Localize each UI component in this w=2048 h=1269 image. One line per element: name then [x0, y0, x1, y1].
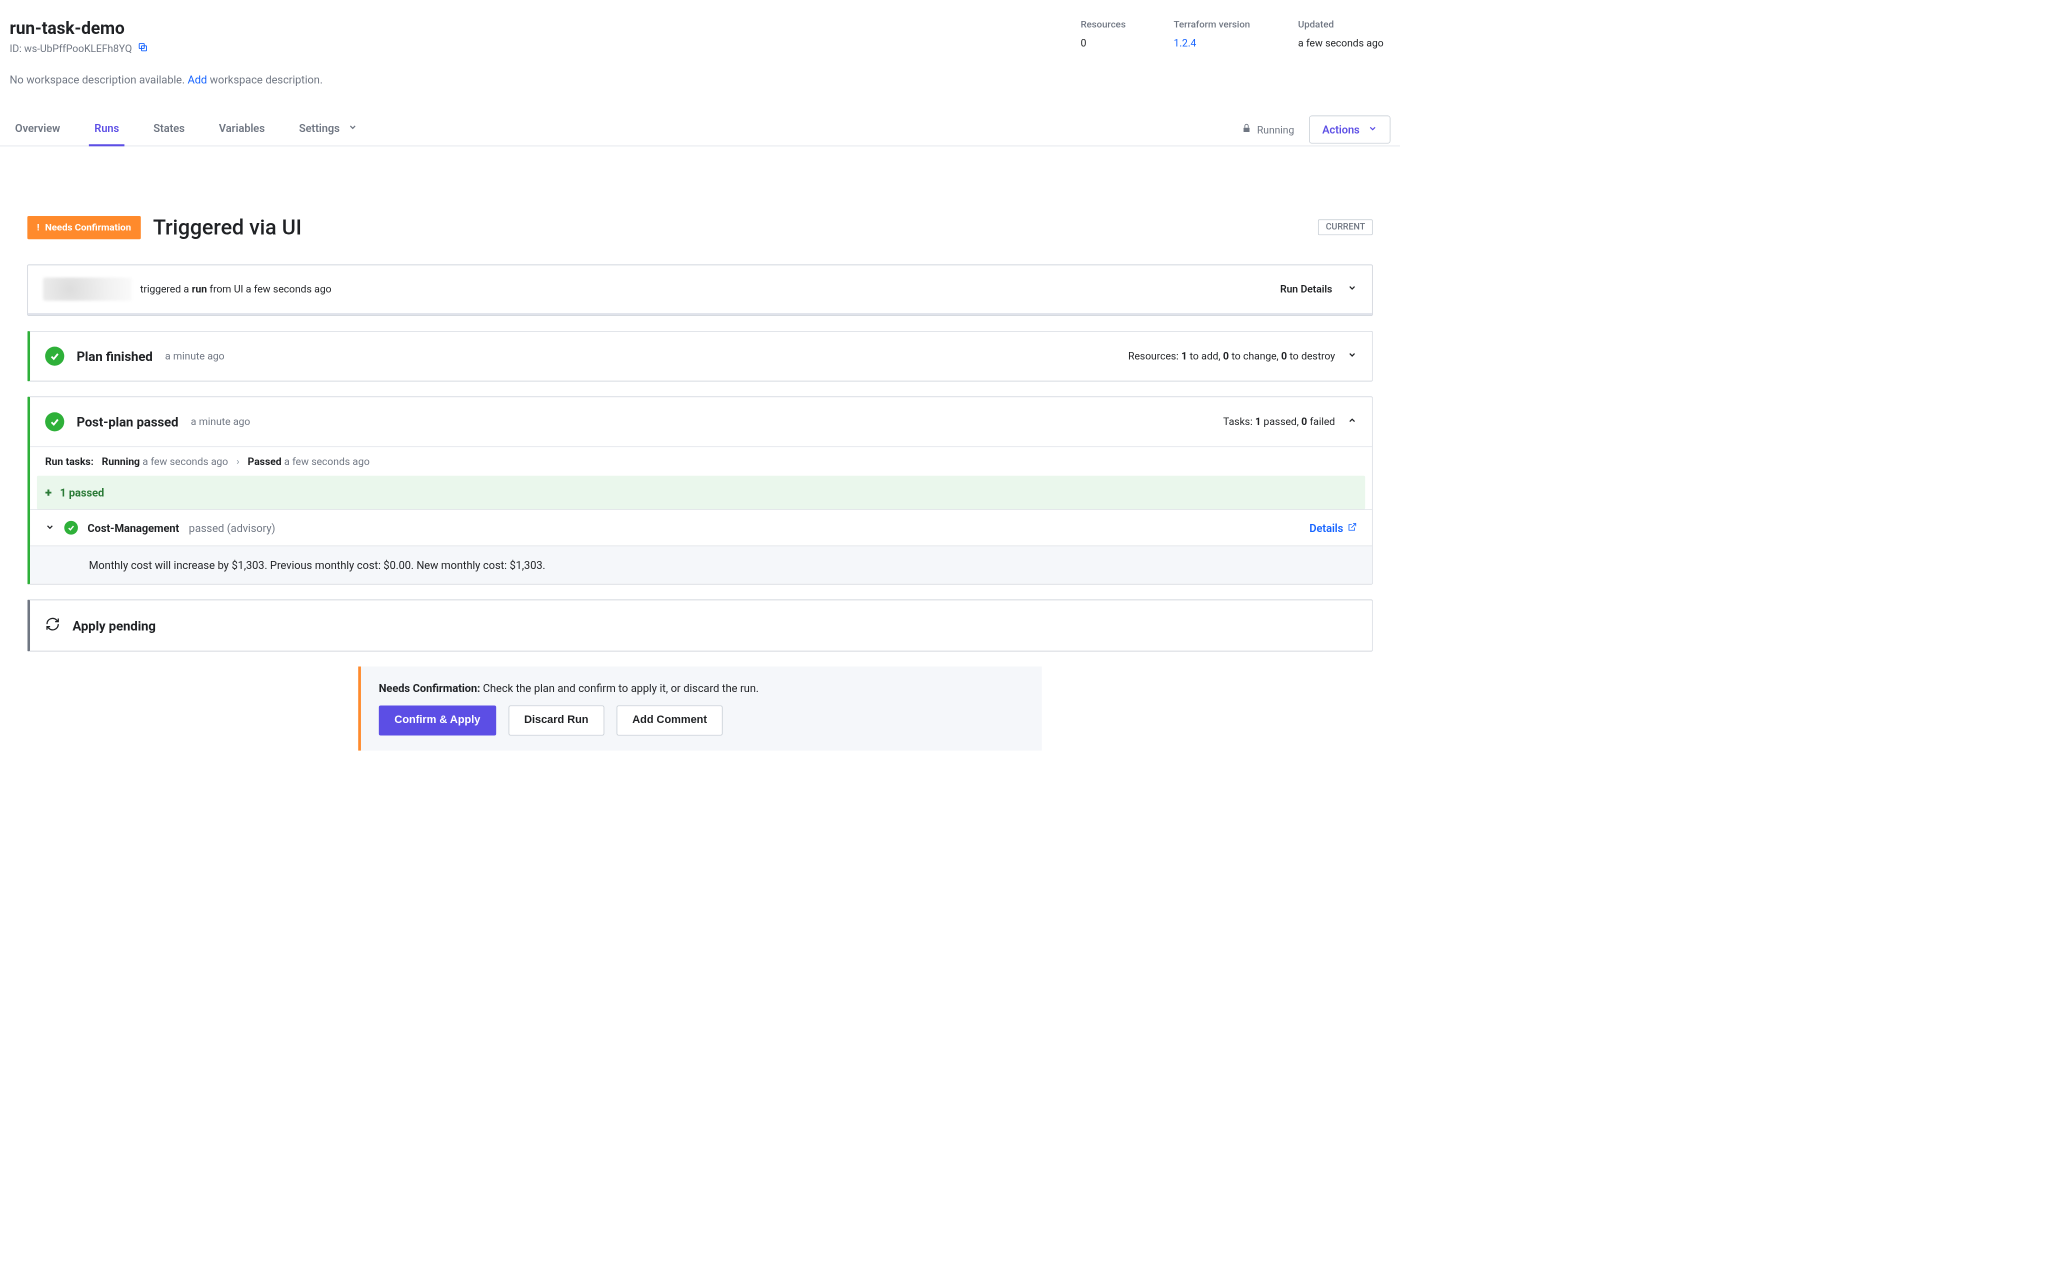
actions-button[interactable]: Actions [1309, 116, 1390, 144]
run-tasks-bar: Run tasks: Running a few seconds ago › P… [30, 446, 1372, 475]
plan-card: Plan finished a minute ago Resources: 1 … [27, 331, 1372, 382]
copy-icon[interactable] [137, 42, 148, 56]
plan-time: a minute ago [165, 350, 224, 362]
lock-status: Running [1241, 123, 1294, 136]
task-item[interactable]: Cost-Management passed (advisory) Detail… [30, 509, 1372, 545]
check-icon [45, 347, 64, 366]
chevron-down-icon [1368, 123, 1378, 136]
stat-updated: Updated a few seconds ago [1298, 19, 1384, 86]
chevron-down-icon[interactable] [1347, 350, 1357, 362]
task-message: Monthly cost will increase by $1,303. Pr… [30, 546, 1372, 584]
tab-runs[interactable]: Runs [89, 113, 125, 146]
post-plan-tasks: Tasks: 1 passed, 0 failed [1223, 416, 1335, 428]
lock-icon [1241, 123, 1251, 136]
trigger-card: triggered a run from UI a few seconds ag… [27, 265, 1372, 316]
workspace-description: No workspace description available. Add … [10, 73, 323, 86]
workspace-title: run-task-demo [10, 19, 323, 39]
post-plan-card: Post-plan passed a minute ago Tasks: 1 p… [27, 396, 1372, 584]
apply-title: Apply pending [72, 618, 155, 634]
current-pill: CURRENT [1318, 219, 1372, 235]
alert-icon: ! [37, 222, 40, 233]
task-status: passed (advisory) [189, 521, 276, 534]
workspace-id-label: ID: ws-UbPffPooKLEFh8YQ [10, 42, 132, 54]
tab-settings[interactable]: Settings [294, 113, 363, 146]
add-description-link[interactable]: Add [188, 73, 207, 86]
run-title: Triggered via UI [153, 215, 1306, 240]
status-badge: ! Needs Confirmation [27, 216, 140, 239]
check-icon [64, 521, 78, 535]
post-plan-time: a minute ago [191, 416, 250, 428]
tab-states[interactable]: States [148, 113, 190, 146]
add-comment-button[interactable]: Add Comment [617, 705, 723, 735]
terraform-version-link[interactable]: 1.2.4 [1174, 37, 1250, 49]
stat-resources: Resources 0 [1081, 19, 1126, 86]
refresh-icon [45, 617, 60, 635]
plan-title: Plan finished [77, 348, 153, 364]
chevron-up-icon[interactable] [1347, 416, 1357, 428]
run-details-link[interactable]: Run Details [1280, 283, 1332, 295]
tab-variables[interactable]: Variables [213, 113, 270, 146]
chevron-down-icon [348, 124, 358, 134]
check-icon [45, 412, 64, 431]
plus-icon: + [45, 485, 52, 499]
chevron-right-icon: › [236, 455, 239, 467]
chevron-down-icon[interactable] [1347, 283, 1357, 295]
chevron-down-icon [45, 521, 55, 534]
discard-run-button[interactable]: Discard Run [508, 705, 604, 735]
trigger-text: triggered a run from UI a few seconds ag… [140, 283, 1280, 295]
passed-strip[interactable]: + 1 passed [37, 476, 1365, 509]
apply-card: Apply pending [27, 600, 1372, 652]
external-link-icon [1347, 521, 1357, 534]
confirmation-box: Needs Confirmation: Check the plan and c… [358, 667, 1042, 751]
tab-overview[interactable]: Overview [10, 113, 66, 146]
stat-terraform-version: Terraform version 1.2.4 [1174, 19, 1250, 86]
confirmation-label: Needs Confirmation: [379, 682, 480, 695]
plan-resources: Resources: 1 to add, 0 to change, 0 to d… [1128, 350, 1335, 362]
confirmation-text: Check the plan and confirm to apply it, … [483, 682, 759, 695]
details-link[interactable]: Details [1309, 521, 1357, 534]
avatar [43, 278, 132, 301]
post-plan-title: Post-plan passed [77, 414, 179, 430]
task-name: Cost-Management [88, 521, 180, 534]
confirm-apply-button[interactable]: Confirm & Apply [379, 705, 496, 735]
